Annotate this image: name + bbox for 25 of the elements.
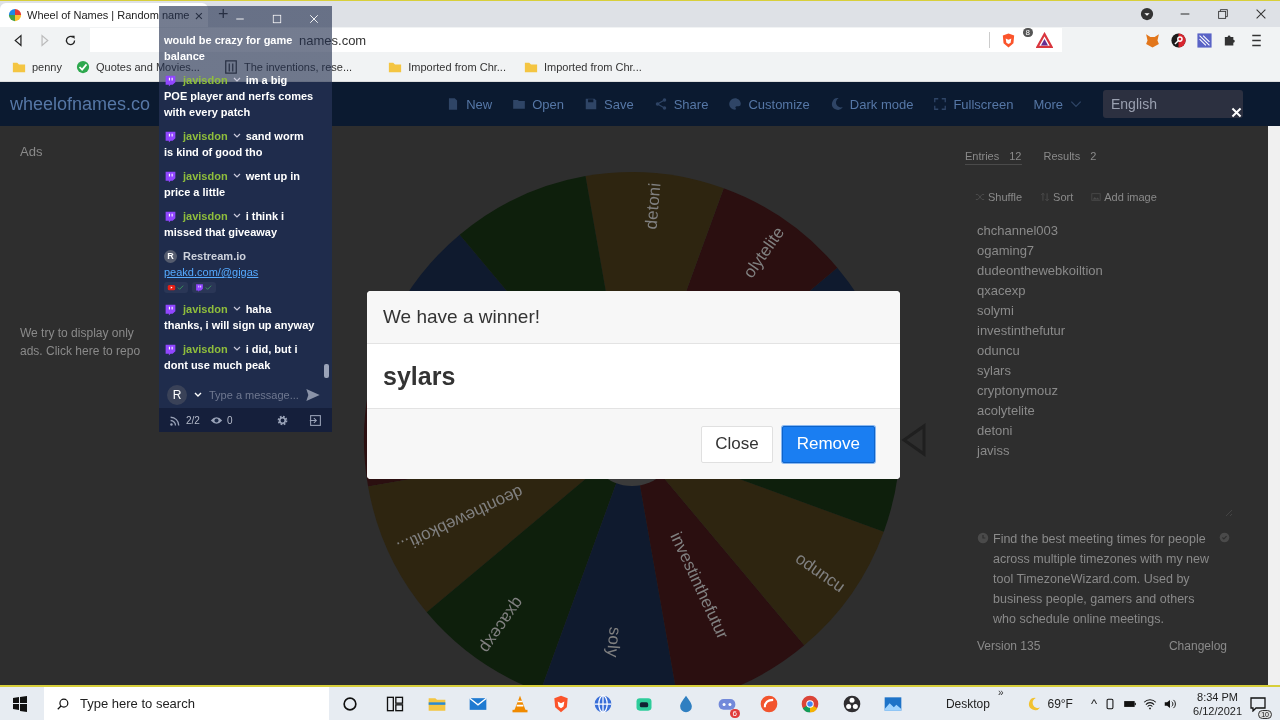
ads-heading: Ads — [20, 144, 43, 159]
version-label: Version 135 — [977, 639, 1041, 653]
count-badge: 8 — [1022, 27, 1033, 37]
slice-label: detoni — [641, 182, 665, 230]
count-badge: 6 — [729, 708, 740, 718]
slice-label: soly — [603, 626, 625, 658]
chat-message: sand worm — [245, 129, 304, 144]
chat-message: missed that giveaway — [164, 225, 279, 240]
dialog-title: We have a winner! — [383, 306, 540, 328]
viewer-count: 0 — [226, 414, 233, 426]
winner-name: sylars — [383, 361, 456, 391]
chat-message: price a little — [164, 185, 227, 200]
chat-message: is kind of good tho — [164, 145, 264, 160]
chat-message: dont use much peak — [164, 358, 272, 373]
chat-message: thanks, i will sign up anyway — [164, 318, 316, 333]
ads-notice-text: We try to display only — [20, 326, 134, 340]
avatar: R — [164, 249, 177, 263]
ads-notice-text: ads. Click here to repo — [20, 344, 141, 358]
chat-message: POE player and nerfs comes with every patch — [164, 89, 315, 120]
chat-message: haha — [245, 302, 272, 317]
chat-message: i did, but i — [245, 342, 298, 357]
chat-message: i think i — [245, 209, 285, 224]
promo-text: Find the best meeting times for people across multiple timezones with my new tool TimezoneWizard.com. Used by business people, gamers and others who schedule online meetings. — [993, 531, 1211, 628]
channel-count: 2/2 — [186, 414, 200, 426]
chat-message: went up in — [245, 169, 300, 184]
